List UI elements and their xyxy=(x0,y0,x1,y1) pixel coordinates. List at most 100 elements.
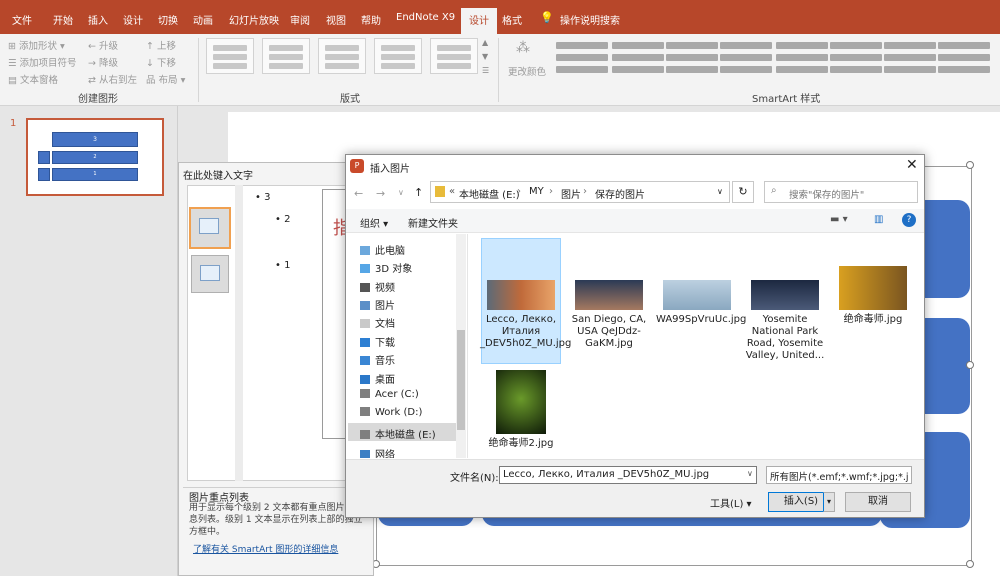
tab-animations[interactable]: 动画 xyxy=(193,12,213,27)
tab-insert[interactable]: 插入 xyxy=(88,12,108,27)
breadcrumb-separator: › xyxy=(583,186,587,197)
bullet-level-1[interactable]: • 3 xyxy=(255,192,270,203)
help-icon[interactable]: ? xyxy=(902,213,916,227)
resize-handle[interactable] xyxy=(966,361,974,369)
file-item[interactable]: Yosemite National Park Road, Yosemite Va… xyxy=(744,280,826,362)
resize-handle[interactable] xyxy=(966,560,974,568)
nav-this-pc[interactable]: 此电脑 xyxy=(360,242,405,257)
change-colors-button[interactable]: 更改颜色 xyxy=(508,64,546,78)
nav-videos[interactable]: 视频 xyxy=(360,279,395,294)
move-down-button[interactable]: ↓ 下移 xyxy=(146,55,176,69)
chevron-down-icon[interactable]: ∨ xyxy=(747,469,753,478)
style-option[interactable] xyxy=(884,40,936,76)
nav-drive-c[interactable]: Acer (C:) xyxy=(360,389,419,400)
organize-button[interactable]: 组织 ▾ xyxy=(360,215,388,230)
tab-file[interactable]: 文件 xyxy=(12,12,32,27)
tab-slideshow[interactable]: 幻灯片放映 xyxy=(229,12,279,27)
gallery-scroll-up-icon[interactable]: ▲ xyxy=(482,38,488,47)
new-folder-button[interactable]: 新建文件夹 xyxy=(408,215,458,230)
insert-dropdown-arrow[interactable]: ▾ xyxy=(823,492,835,512)
move-up-button[interactable]: ↑ 上移 xyxy=(146,38,176,52)
style-option[interactable] xyxy=(666,40,718,76)
nav-3d-objects[interactable]: 3D 对象 xyxy=(360,260,412,275)
preview-pane-icon[interactable]: ▥ xyxy=(874,214,883,225)
tab-review[interactable]: 审阅 xyxy=(290,12,310,27)
close-icon[interactable]: ✕ xyxy=(906,157,918,173)
tell-me-search[interactable]: 操作说明搜索 xyxy=(560,12,620,27)
style-option[interactable] xyxy=(776,40,828,76)
right-to-left-button[interactable]: ⇄ 从右到左 xyxy=(88,72,137,86)
nav-downloads[interactable]: 下载 xyxy=(360,334,395,349)
promote-button[interactable]: ← 升级 xyxy=(88,38,118,52)
add-shape-button[interactable]: ⊞ 添加形状 ▾ xyxy=(8,38,65,52)
image-thumbnail xyxy=(839,266,907,310)
nav-drive-e[interactable]: 本地磁盘 (E:) xyxy=(360,426,436,441)
view-options-icon[interactable]: ▬ ▾ xyxy=(830,214,848,225)
breadcrumb-item[interactable]: MY xyxy=(529,186,544,197)
image-thumbnail xyxy=(496,370,546,434)
tab-home[interactable]: 开始 xyxy=(53,12,73,27)
demote-button[interactable]: → 降级 xyxy=(88,55,118,69)
style-option[interactable] xyxy=(830,40,882,76)
layout-option[interactable] xyxy=(318,38,366,74)
style-option[interactable] xyxy=(720,40,772,76)
gallery-scroll-down-icon[interactable]: ▼ xyxy=(482,52,488,61)
forward-arrow-icon[interactable]: → xyxy=(376,187,385,200)
file-item[interactable]: Lecco, Лекко, Италия _DEV5h0Z_MU.jpg xyxy=(480,280,571,350)
layout-option[interactable] xyxy=(206,38,254,74)
search-input[interactable]: ⌕ 搜索"保存的图片" xyxy=(764,181,918,203)
add-bullet-button[interactable]: ☰ 添加项目符号 xyxy=(8,55,77,69)
resize-handle[interactable] xyxy=(966,161,974,169)
tab-format[interactable]: 格式 xyxy=(502,12,522,27)
breadcrumb-item[interactable]: 图片 xyxy=(561,186,581,201)
filename-input[interactable]: Lecco, Лекко, Италия _DEV5h0Z_MU.jpg xyxy=(499,466,757,484)
nav-drive-d[interactable]: Work (D:) xyxy=(360,407,422,418)
nav-network[interactable]: 网络 xyxy=(360,446,395,458)
nav-pictures[interactable]: 图片 xyxy=(360,297,395,312)
style-option[interactable] xyxy=(612,40,664,76)
layout-option[interactable] xyxy=(262,38,310,74)
breadcrumb-item[interactable]: 保存的图片 xyxy=(595,186,645,201)
file-item[interactable]: 绝命毒师.jpg xyxy=(832,266,914,326)
nav-music[interactable]: 音乐 xyxy=(360,352,395,367)
learn-more-link[interactable]: 了解有关 SmartArt 图形的详细信息 xyxy=(193,542,338,555)
bullet-level-2[interactable]: • 2 xyxy=(275,214,290,225)
tab-view[interactable]: 视图 xyxy=(326,12,346,27)
file-item[interactable]: 绝命毒师2.jpg xyxy=(480,370,562,450)
chevron-down-icon[interactable]: ∨ xyxy=(717,187,723,196)
back-arrow-icon[interactable]: ← xyxy=(354,187,363,200)
tab-design[interactable]: 设计 xyxy=(123,12,143,27)
scrollbar-thumb[interactable] xyxy=(457,330,465,430)
up-arrow-icon[interactable]: ↑ xyxy=(414,186,423,199)
gallery-expand-icon[interactable]: ☰ xyxy=(482,66,489,75)
nav-scrollbar[interactable] xyxy=(456,234,466,458)
tab-help[interactable]: 帮助 xyxy=(361,12,381,27)
address-bar[interactable]: « 本地磁盘 (E:) › MY › 图片 › 保存的图片 ∨ xyxy=(430,181,730,203)
tab-endnote[interactable]: EndNote X9 xyxy=(396,12,455,23)
tools-button[interactable]: 工具(L) ▾ xyxy=(710,495,752,510)
layout-option[interactable] xyxy=(430,38,478,74)
slide-thumbnail[interactable]: 3 2 1 xyxy=(26,118,164,196)
nav-documents[interactable]: 文档 xyxy=(360,315,395,330)
group-divider xyxy=(498,38,499,102)
style-option[interactable] xyxy=(938,40,990,76)
layout-option[interactable] xyxy=(374,38,422,74)
text-pane-button[interactable]: ▤ 文本窗格 xyxy=(8,72,58,86)
history-chevron-icon[interactable]: ∨ xyxy=(398,188,404,197)
tab-smartart-design[interactable]: 设计 xyxy=(461,8,497,34)
breadcrumb-item[interactable]: 本地磁盘 (E:) xyxy=(459,186,520,201)
layout-button[interactable]: 品 布局 ▾ xyxy=(146,72,185,86)
bullet-level-2[interactable]: • 1 xyxy=(275,260,290,271)
file-type-filter[interactable]: 所有图片(*.emf;*.wmf;*.jpg;*.j xyxy=(766,466,912,484)
nav-desktop[interactable]: 桌面 xyxy=(360,371,395,386)
tab-transitions[interactable]: 切换 xyxy=(158,12,178,27)
style-option[interactable] xyxy=(556,40,608,76)
refresh-icon[interactable]: ↻ xyxy=(732,181,754,203)
film-icon xyxy=(360,283,370,292)
file-name: 绝命毒师.jpg xyxy=(843,314,903,325)
cancel-button[interactable]: 取消 xyxy=(845,492,911,512)
file-item[interactable]: WA99SpVruUc.jpg xyxy=(656,280,746,326)
picture-placeholder-button[interactable] xyxy=(191,255,229,293)
picture-placeholder-button[interactable] xyxy=(189,207,231,249)
file-item[interactable]: San Diego, CA, USA QeJDdz-GaKM.jpg xyxy=(568,280,650,350)
